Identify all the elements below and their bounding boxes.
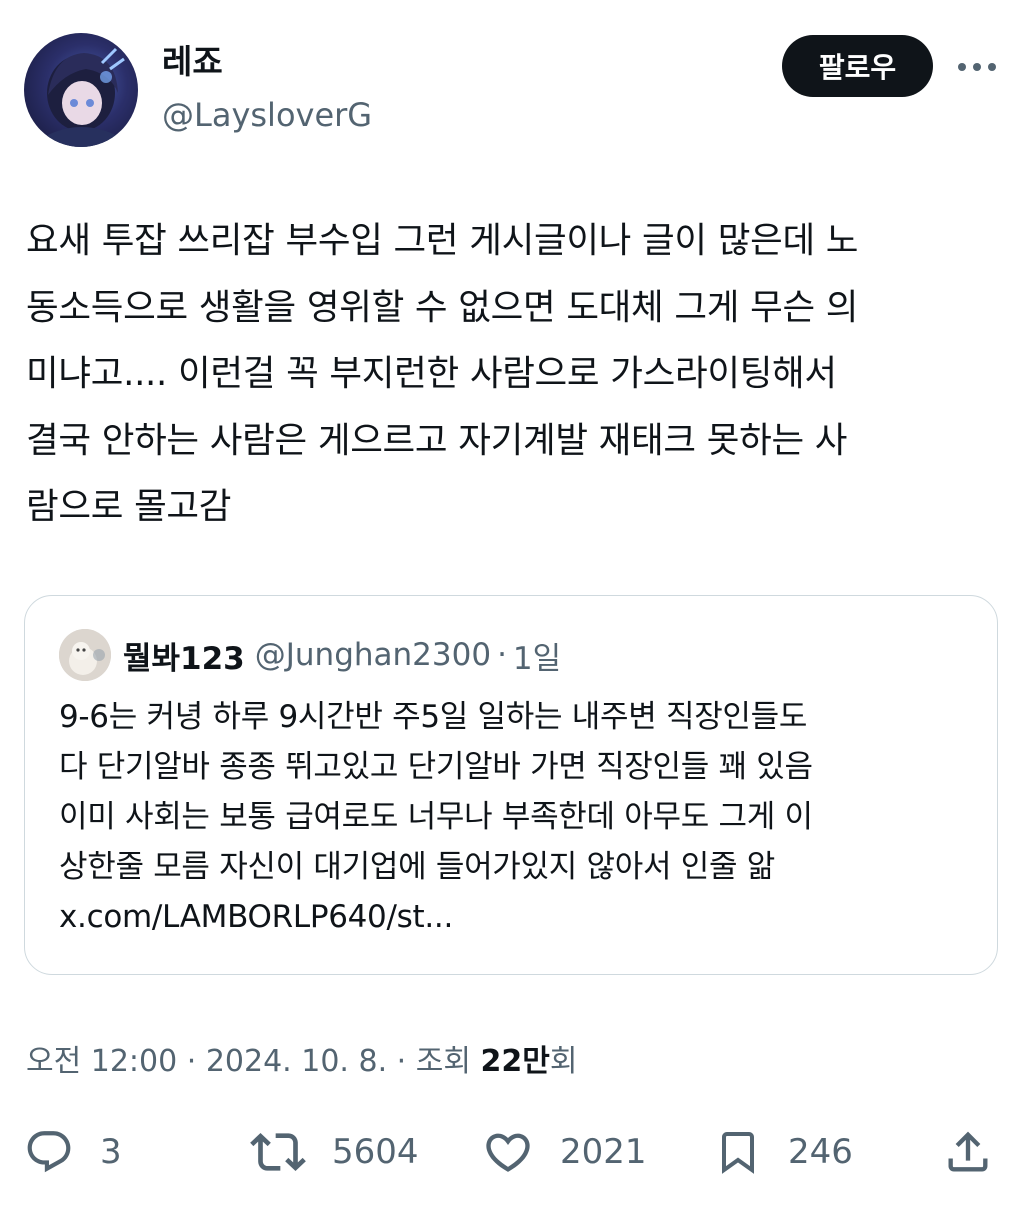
retweet-button[interactable]: 5604 (250, 1120, 419, 1184)
tweet-date[interactable]: 2024. 10. 8. (206, 1044, 387, 1079)
quote-separator: · (497, 637, 507, 673)
quote-link[interactable]: x.com/LAMBORLP640/st... (59, 892, 979, 942)
meta-separator: · (387, 1044, 416, 1079)
avatar-illustration (44, 47, 125, 147)
heart-icon (486, 1133, 530, 1172)
views-count: 22만 (480, 1044, 550, 1079)
quote-text: 9-6는 커녕 하루 9시간반 주5일 일하는 내주변 직장인들도 다 단기알바… (59, 692, 979, 942)
tweet-text: 요새 투잡 쓰리잡 부수입 그런 게시글이나 글이 많은데 노 동소득으로 생활… (26, 208, 1006, 541)
tweet-time[interactable]: 오전 12:00 (26, 1044, 177, 1079)
more-options-button[interactable] (950, 52, 1004, 82)
follow-button[interactable]: 팔로우 (782, 35, 933, 97)
quote-timestamp: 1일 (512, 640, 562, 677)
quoted-tweet-card[interactable]: 뭘봐123 @Junghan2300 · 1일 9-6는 커녕 하루 9시간반 … (24, 595, 998, 975)
reply-count: 3 (100, 1132, 122, 1172)
tweet-line: 미냐고.... 이런걸 꼭 부지런한 사람으로 가스라이팅해서 (26, 353, 837, 394)
quote-author-handle: @Junghan2300 (254, 637, 492, 673)
quote-author-display-name: 뭘봐123 (123, 640, 245, 677)
tweet-actions-bar: 3 5604 2021 246 (0, 1120, 1024, 1184)
bookmark-icon (722, 1132, 754, 1174)
quote-avatar-image (59, 629, 111, 681)
retweet-icon (250, 1133, 306, 1171)
more-horizontal-icon (958, 63, 996, 71)
quote-line: 이미 사회는 보통 급여로도 너무나 부족한데 아무도 그게 이 (59, 799, 813, 835)
meta-separator: · (177, 1044, 206, 1079)
share-icon (948, 1131, 988, 1172)
tweet-header: 레죠 @LaysloverG 팔로우 (0, 0, 1024, 160)
quote-line: 상한줄 모름 자신이 대기업에 들어가있지 않아서 인줄 앎 (59, 849, 775, 885)
like-count: 2021 (560, 1132, 647, 1172)
bookmark-button[interactable]: 246 (714, 1120, 853, 1184)
quote-author-avatar (59, 629, 111, 681)
views-suffix: 회 (549, 1044, 578, 1079)
tweet-line: 동소득으로 생활을 영위할 수 없으면 도대체 그게 무슨 의 (26, 286, 859, 328)
author-display-name[interactable]: 레죠 (162, 40, 372, 84)
views-label: 조회 (415, 1044, 481, 1079)
author-handle[interactable]: @LaysloverG (162, 92, 372, 138)
bookmark-count: 246 (788, 1132, 853, 1172)
reply-icon (27, 1131, 71, 1173)
quote-line: 9-6는 커녕 하루 9시간반 주5일 일하는 내주변 직장인들도 (59, 699, 808, 735)
quote-header: 뭘봐123 @Junghan2300 · 1일 (59, 629, 561, 681)
quote-line: 다 단기알바 종종 뛰고있고 단기알바 가면 직장인들 꽤 있음 (59, 749, 813, 785)
tweet-line: 람으로 몰고감 (26, 486, 232, 527)
retweet-count: 5604 (332, 1132, 419, 1172)
author-avatar[interactable] (24, 33, 138, 147)
tweet-line: 요새 투잡 쓰리잡 부수입 그런 게시글이나 글이 많은데 노 (26, 220, 859, 261)
reply-button[interactable]: 3 (24, 1120, 122, 1184)
share-button[interactable] (942, 1120, 994, 1184)
like-button[interactable]: 2021 (482, 1120, 647, 1184)
author-names: 레죠 @LaysloverG (162, 40, 372, 138)
tweet-line: 결국 안하는 사람은 게으르고 자기계발 재태크 못하는 사 (26, 419, 848, 461)
tweet-meta: 오전 12:00 · 2024. 10. 8. · 조회 22만회 (26, 1040, 577, 1084)
